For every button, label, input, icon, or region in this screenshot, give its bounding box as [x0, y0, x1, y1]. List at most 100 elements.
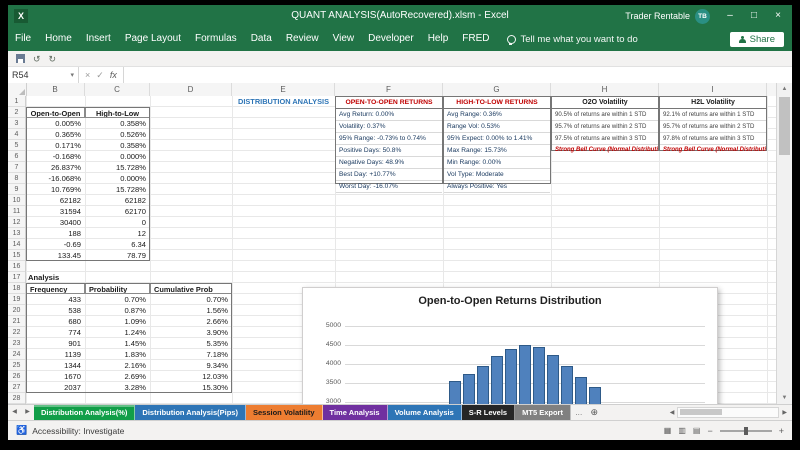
- sheet-tab-distribution-analysis-pips[interactable]: Distribution Analysis(Pips): [135, 405, 246, 420]
- sheet-tab-distribution-analysis-pct[interactable]: Distribution Analysis(%): [34, 405, 136, 420]
- row-header-12[interactable]: 12: [8, 217, 25, 228]
- analysis-cell[interactable]: 1.56%: [150, 305, 232, 316]
- returns-cell[interactable]: 31594: [26, 206, 85, 217]
- row-header-10[interactable]: 10: [8, 195, 25, 206]
- analysis-cell[interactable]: 1344: [26, 360, 85, 371]
- sheet-nav-left-icon[interactable]: ◀: [8, 405, 21, 420]
- redo-icon[interactable]: ↻: [49, 52, 57, 66]
- avatar[interactable]: TB: [695, 8, 710, 24]
- ribbon-tab-developer[interactable]: Developer: [361, 27, 421, 51]
- returns-cell[interactable]: 30400: [26, 217, 85, 228]
- column-header-c[interactable]: C: [85, 83, 150, 96]
- returns-cell[interactable]: 188: [26, 228, 85, 239]
- analysis-cell[interactable]: 5.35%: [150, 338, 232, 349]
- row-header-24[interactable]: 24: [8, 349, 25, 360]
- zoom-slider-handle[interactable]: [743, 426, 748, 435]
- row-header-21[interactable]: 21: [8, 316, 25, 327]
- analysis-header-probability[interactable]: Probability: [85, 283, 150, 294]
- column-header-f[interactable]: F: [335, 83, 443, 96]
- select-all-corner[interactable]: [8, 83, 27, 96]
- row-header-13[interactable]: 13: [8, 228, 25, 239]
- sheet-tab-time-analysis[interactable]: Time Analysis: [322, 405, 388, 420]
- row-header-23[interactable]: 23: [8, 338, 25, 349]
- zoom-out-icon[interactable]: −: [707, 426, 712, 436]
- returns-cell[interactable]: 0.365%: [26, 129, 85, 140]
- horizontal-scrollbar[interactable]: ◀ ▶: [667, 405, 792, 420]
- analysis-cell[interactable]: 901: [26, 338, 85, 349]
- sheet-tab-session-volatility[interactable]: Session Volatility: [245, 405, 323, 420]
- returns-cell[interactable]: 0.000%: [85, 173, 150, 184]
- ribbon-tab-view[interactable]: View: [326, 27, 362, 51]
- scroll-down-icon[interactable]: ▼: [777, 392, 792, 404]
- analysis-cell[interactable]: 15.30%: [150, 382, 232, 393]
- restore-button[interactable]: □: [742, 5, 766, 27]
- hscroll-left-icon[interactable]: ◀: [667, 409, 678, 416]
- returns-cell[interactable]: 0: [85, 217, 150, 228]
- returns-cell[interactable]: 0.000%: [85, 151, 150, 162]
- returns-cell[interactable]: 0.358%: [85, 140, 150, 151]
- tell-me-box[interactable]: Tell me what you want to do: [506, 34, 638, 45]
- row-header-26[interactable]: 26: [8, 371, 25, 382]
- fx-icon[interactable]: fx: [110, 70, 117, 80]
- enter-icon[interactable]: ✓: [96, 70, 104, 81]
- returns-cell[interactable]: 133.45: [26, 250, 85, 261]
- row-header-11[interactable]: 11: [8, 206, 25, 217]
- returns-cell[interactable]: 62182: [26, 195, 85, 206]
- row-header-7[interactable]: 7: [8, 162, 25, 173]
- column-header-h[interactable]: H: [551, 83, 659, 96]
- add-sheet-button[interactable]: ⊕: [586, 405, 602, 420]
- undo-icon[interactable]: ↺: [33, 52, 41, 66]
- row-header-5[interactable]: 5: [8, 140, 25, 151]
- analysis-cell[interactable]: 538: [26, 305, 85, 316]
- user-name[interactable]: Trader Rentable: [625, 11, 690, 21]
- row-header-17[interactable]: 17: [8, 272, 25, 283]
- ribbon-tab-insert[interactable]: Insert: [79, 27, 118, 51]
- analysis-cell[interactable]: 2037: [26, 382, 85, 393]
- analysis-cell[interactable]: 3.90%: [150, 327, 232, 338]
- row-header-4[interactable]: 4: [8, 129, 25, 140]
- sheet-tab-mt5-export[interactable]: MT5 Export: [515, 405, 571, 420]
- returns-cell[interactable]: 62182: [85, 195, 150, 206]
- sheet-tab-s-r-levels[interactable]: S-R Levels: [461, 405, 516, 420]
- sheet-tab-volume-analysis[interactable]: Volume Analysis: [387, 405, 462, 420]
- returns-header-high-to-low[interactable]: High-to-Low: [85, 107, 150, 118]
- analysis-header-cumulative-prob[interactable]: Cumulative Prob: [150, 283, 232, 294]
- ribbon-tab-home[interactable]: Home: [38, 27, 79, 51]
- formula-input[interactable]: [123, 67, 792, 83]
- accessibility-status[interactable]: Accessibility: Investigate: [32, 426, 124, 436]
- ribbon-tab-help[interactable]: Help: [421, 27, 456, 51]
- cancel-icon[interactable]: ×: [85, 70, 90, 80]
- analysis-cell[interactable]: 2.69%: [85, 371, 150, 382]
- analysis-cell[interactable]: 1.83%: [85, 349, 150, 360]
- analysis-cell[interactable]: 3.28%: [85, 382, 150, 393]
- row-header-19[interactable]: 19: [8, 294, 25, 305]
- analysis-cell[interactable]: 2.66%: [150, 316, 232, 327]
- name-box[interactable]: R54 ▾: [8, 67, 79, 83]
- analysis-cell[interactable]: 2.16%: [85, 360, 150, 371]
- column-header-i[interactable]: I: [659, 83, 767, 96]
- vertical-scroll-thumb[interactable]: [779, 97, 790, 155]
- ribbon-tab-data[interactable]: Data: [244, 27, 279, 51]
- share-button[interactable]: Share: [729, 31, 784, 47]
- returns-cell[interactable]: 0.171%: [26, 140, 85, 151]
- row-header-2[interactable]: 2: [8, 107, 25, 118]
- analysis-cell[interactable]: 774: [26, 327, 85, 338]
- scroll-up-icon[interactable]: ▲: [777, 83, 792, 95]
- excel-app-icon[interactable]: X: [14, 9, 28, 23]
- tab-overflow-ellipsis[interactable]: …: [571, 405, 587, 420]
- row-header-18[interactable]: 18: [8, 283, 25, 294]
- row-header-16[interactable]: 16: [8, 261, 25, 272]
- returns-cell[interactable]: 62170: [85, 206, 150, 217]
- row-header-22[interactable]: 22: [8, 327, 25, 338]
- analysis-cell[interactable]: 680: [26, 316, 85, 327]
- returns-cell[interactable]: 10.769%: [26, 184, 85, 195]
- column-header-b[interactable]: B: [26, 83, 85, 96]
- sheet-nav-right-icon[interactable]: ▶: [21, 405, 34, 420]
- row-header-15[interactable]: 15: [8, 250, 25, 261]
- returns-cell[interactable]: 6.34: [85, 239, 150, 250]
- row-header-28[interactable]: 28: [8, 393, 25, 404]
- row-header-1[interactable]: 1: [8, 96, 25, 107]
- zoom-slider[interactable]: [719, 426, 772, 435]
- row-header-8[interactable]: 8: [8, 173, 25, 184]
- analysis-cell[interactable]: 1.09%: [85, 316, 150, 327]
